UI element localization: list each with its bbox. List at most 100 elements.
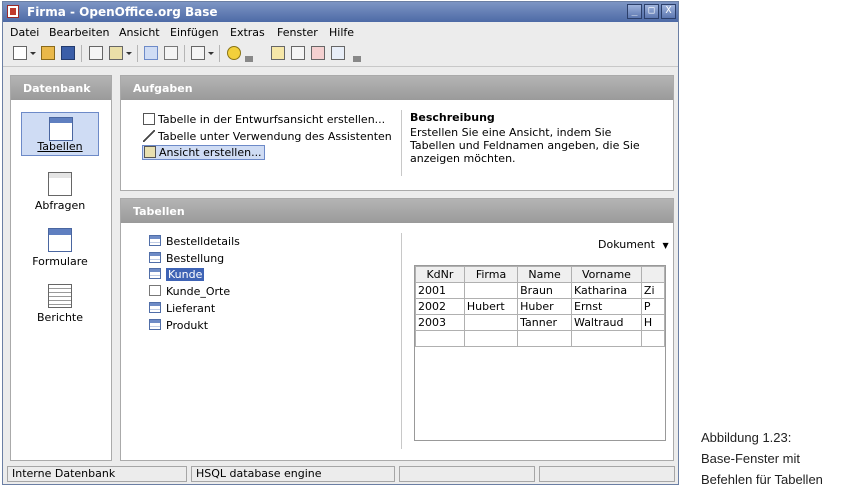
- table-cell: Huber: [517, 298, 573, 315]
- column-header: Firma: [463, 266, 519, 283]
- tables-divider: [401, 233, 402, 449]
- table-label: Lieferant: [166, 302, 216, 315]
- minimize-button[interactable]: _: [627, 4, 642, 19]
- database-panel-title: Datenbank: [23, 82, 91, 95]
- status-field: [399, 466, 535, 482]
- menu-einfuegen[interactable]: Einfügen: [170, 26, 219, 39]
- view-icon: [149, 285, 161, 296]
- table-item-bestelldetails[interactable]: Bestelldetails: [149, 235, 240, 248]
- table-cell: [517, 330, 573, 347]
- tasks-panel-title: Aufgaben: [133, 82, 193, 95]
- status-database-type: Interne Datenbank: [7, 466, 187, 482]
- open-database-object-icon[interactable]: [271, 46, 285, 60]
- table-icon: [149, 302, 161, 313]
- tables-icon: [49, 117, 73, 141]
- table-label: Kunde_Orte: [166, 285, 231, 298]
- sort-descending-icon[interactable]: [164, 46, 178, 60]
- menu-bar: Datei Bearbeiten Ansicht Einfügen Extras…: [3, 23, 678, 41]
- window-title: Firma - OpenOffice.org Base: [27, 5, 218, 19]
- preview-mode-dropdown[interactable]: Dokument ▼: [598, 238, 669, 251]
- sort-ascending-icon[interactable]: [144, 46, 158, 60]
- toolbar-overflow-icon[interactable]: [245, 56, 253, 62]
- database-panel-header: Datenbank: [11, 76, 111, 100]
- tasks-panel: Aufgaben Tabelle in der Entwurfsansicht …: [120, 75, 674, 191]
- copy-icon[interactable]: [89, 46, 103, 60]
- rename-icon[interactable]: [331, 46, 345, 60]
- task-label: Tabelle in der Entwurfsansicht erstellen…: [158, 113, 386, 126]
- new-document-icon[interactable]: [13, 46, 27, 60]
- table-cell: [571, 330, 642, 347]
- open-folder-icon[interactable]: [41, 46, 55, 60]
- db-item-label: Abfragen: [34, 199, 86, 212]
- column-header: Name: [517, 266, 573, 283]
- table-item-kunde[interactable]: Kunde: [149, 268, 205, 281]
- table-row: 2003 Tanner Waltraud H: [415, 314, 665, 331]
- title-bar[interactable]: Firma - OpenOffice.org Base _ □ X: [3, 2, 678, 22]
- table-icon: [149, 319, 161, 330]
- figure-caption: Abbildung 1.23: Base-Fenster mit Befehle…: [701, 427, 848, 490]
- menu-ansicht[interactable]: Ansicht: [119, 26, 160, 39]
- close-button[interactable]: X: [661, 4, 676, 19]
- toolbar-separator: [219, 45, 220, 62]
- task-create-table-design[interactable]: Tabelle in der Entwurfsansicht erstellen…: [143, 113, 385, 126]
- table-cell: [415, 330, 465, 347]
- table-row: 2001 Braun Katharina Zi: [415, 282, 665, 299]
- forms-icon: [48, 228, 72, 252]
- db-item-berichte[interactable]: Berichte: [21, 280, 99, 324]
- table-label: Kunde: [166, 268, 205, 281]
- task-create-view[interactable]: Ansicht erstellen...: [142, 145, 265, 160]
- db-item-formulare[interactable]: Formulare: [21, 224, 99, 268]
- view-icon: [144, 146, 156, 158]
- delete-icon[interactable]: [311, 46, 325, 60]
- db-item-abfragen[interactable]: Abfragen: [21, 168, 99, 212]
- app-icon[interactable]: [7, 5, 19, 18]
- toolbar-separator: [184, 45, 185, 62]
- toolbar-overflow-icon[interactable]: [353, 56, 361, 62]
- preview-table: KdNr Firma Name Vorname 2001 Braun Katha…: [415, 266, 665, 347]
- db-item-tabellen[interactable]: Tabellen: [21, 112, 99, 156]
- help-icon[interactable]: [227, 46, 241, 60]
- table-label: Bestellung: [166, 252, 225, 265]
- toolbar-separator: [81, 45, 82, 62]
- table-cell: 2003: [415, 314, 465, 331]
- task-label: Ansicht erstellen...: [159, 146, 262, 159]
- new-dropdown-arrow-icon[interactable]: [30, 52, 36, 55]
- task-create-table-wizard[interactable]: Tabelle unter Verwendung des Assistenten: [143, 130, 392, 143]
- table-item-bestellung[interactable]: Bestellung: [149, 252, 224, 265]
- edit-icon[interactable]: [291, 46, 305, 60]
- form-dropdown-arrow-icon[interactable]: [208, 52, 214, 55]
- db-item-label: Formulare: [32, 255, 88, 268]
- table-cell: Waltraud: [571, 314, 642, 331]
- maximize-button[interactable]: □: [644, 4, 659, 19]
- table-item-kunde-orte[interactable]: Kunde_Orte: [149, 285, 230, 298]
- design-view-icon: [143, 113, 155, 125]
- paste-icon[interactable]: [109, 46, 123, 60]
- table-item-lieferant[interactable]: Lieferant: [149, 302, 215, 315]
- form-design-icon[interactable]: [191, 46, 205, 60]
- status-bar: Interne Datenbank HSQL database engine: [3, 464, 678, 484]
- description-text: Erstellen Sie eine Ansicht, indem Sie Ta…: [410, 126, 640, 165]
- table-item-produkt[interactable]: Produkt: [149, 319, 208, 332]
- menu-bearbeiten[interactable]: Bearbeiten: [49, 26, 109, 39]
- wizard-icon: [143, 130, 155, 142]
- database-panel: Datenbank Tabellen Abfragen Formulare Be…: [10, 75, 112, 461]
- preview-header-row: KdNr Firma Name Vorname: [415, 266, 665, 283]
- description-title: Beschreibung: [410, 111, 495, 124]
- table-row: [415, 330, 665, 347]
- table-row: 2002 Hubert Huber Ernst P: [415, 298, 665, 315]
- menu-extras[interactable]: Extras: [230, 26, 265, 39]
- table-cell: 2001: [415, 282, 465, 299]
- menu-fenster[interactable]: Fenster: [277, 26, 318, 39]
- tables-panel-title: Tabellen: [133, 205, 185, 218]
- table-cell: [463, 282, 519, 299]
- menu-datei[interactable]: Datei: [10, 26, 39, 39]
- table-cell: 2002: [415, 298, 465, 315]
- save-icon[interactable]: [61, 46, 75, 60]
- table-cell: Ernst: [571, 298, 642, 315]
- task-label: Tabelle unter Verwendung des Assistenten: [158, 130, 392, 143]
- paste-dropdown-arrow-icon[interactable]: [126, 52, 132, 55]
- caption-line: Base-Fenster mit: [701, 451, 800, 466]
- menu-hilfe[interactable]: Hilfe: [329, 26, 354, 39]
- toolbar: [3, 42, 678, 67]
- db-item-label: Berichte: [37, 311, 83, 324]
